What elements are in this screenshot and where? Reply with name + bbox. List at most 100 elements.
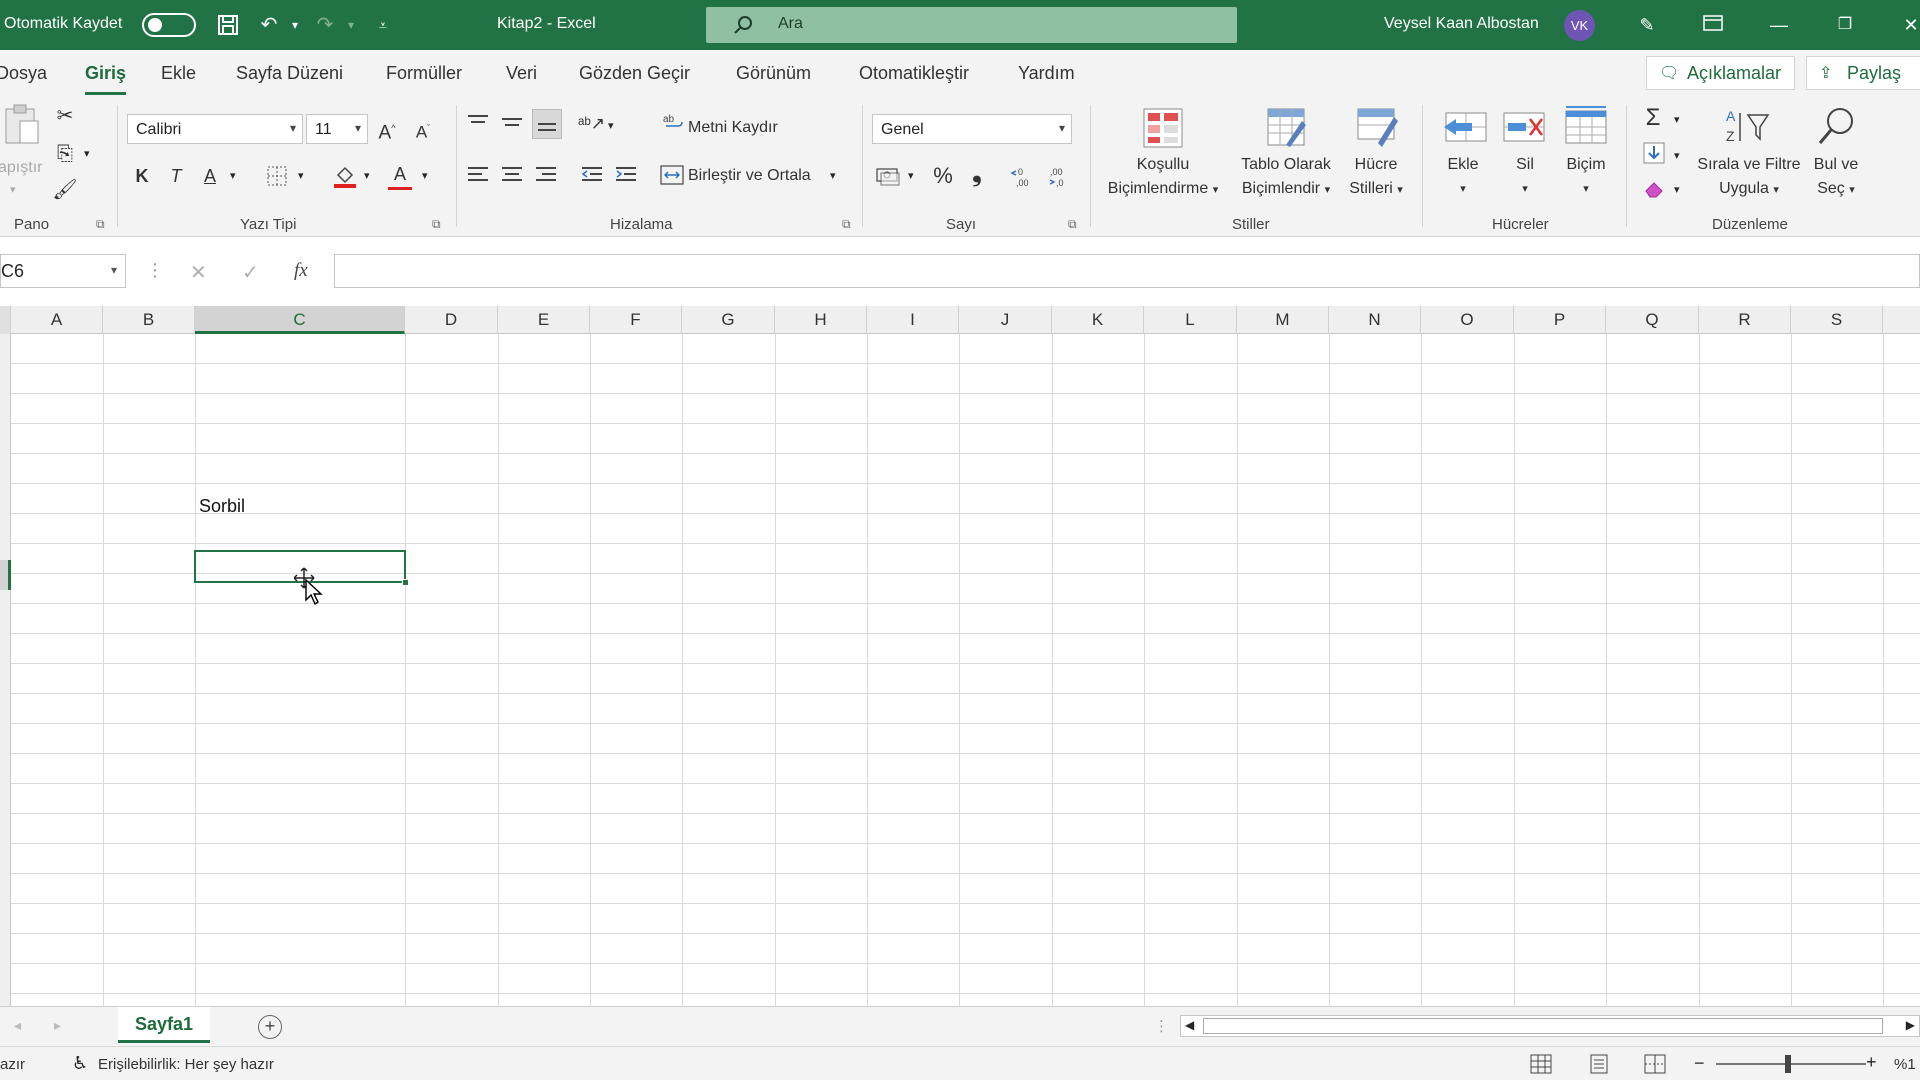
borders-dropdown-icon[interactable]: ▾ [298,169,304,182]
column-header[interactable]: L [1144,306,1237,334]
delete-cells-button[interactable]: Sil ▾ [1500,153,1550,201]
autosum-icon[interactable]: Σ [1640,105,1666,131]
enter-icon[interactable]: ✓ [242,260,259,285]
tab-data[interactable]: Veri [506,63,537,84]
insert-function-icon[interactable]: fx [294,260,308,282]
find-select-icon[interactable] [1814,105,1858,153]
number-format-dropdown[interactable]: Genel ▾ [872,114,1072,144]
font-color-dropdown-icon[interactable]: ▾ [422,169,428,182]
redo-icon[interactable]: ↷ [312,12,338,38]
align-left-icon[interactable] [466,165,490,189]
percent-button[interactable]: % [930,163,956,189]
orientation-icon[interactable]: ᵃᵇ↗ [578,111,605,137]
column-header[interactable]: F [590,306,682,334]
copy-icon[interactable]: ⎘ [52,141,78,167]
accessibility-icon[interactable]: ♿ [72,1053,88,1074]
accessibility-status[interactable]: Erişilebilirlik: Her şey hazır [98,1056,274,1073]
splitter-icon[interactable]: ⋮ [1154,1017,1169,1035]
column-header[interactable]: S [1791,306,1883,334]
save-icon[interactable] [215,12,241,38]
sheet-tab-sayfa1[interactable]: Sayfa1 [118,1007,210,1043]
column-header[interactable]: D [405,306,498,334]
format-cells-icon[interactable] [1564,103,1607,145]
tab-page-layout[interactable]: Sayfa Düzeni [236,63,343,84]
fill-color-icon[interactable] [332,163,358,193]
column-header[interactable]: N [1329,306,1421,334]
scroll-sheets-left-icon[interactable]: ◂ [14,1017,21,1034]
tab-file[interactable]: Dosya [0,63,47,84]
format-as-table-button[interactable]: Tablo Olarak Biçimlendir ▾ [1228,153,1344,202]
row-header-selected[interactable] [0,560,11,590]
find-select-button[interactable]: Bul ve Seç ▾ [1806,153,1866,202]
alignment-launcher-icon[interactable]: ⧉ [842,217,851,232]
ribbon-display-icon[interactable] [1698,10,1728,40]
wrap-text-icon[interactable]: ab [662,111,684,137]
orientation-dropdown-icon[interactable]: ▾ [608,119,614,132]
paste-label[interactable]: apıştır [0,159,42,177]
tab-view[interactable]: Görünüm [736,63,811,84]
formula-input[interactable] [334,254,1920,288]
format-painter-icon[interactable]: 🖌 [52,177,78,203]
number-launcher-icon[interactable]: ⧉ [1068,217,1077,232]
zoom-in-icon[interactable]: + [1866,1052,1877,1073]
zoom-slider-thumb[interactable] [1785,1055,1791,1073]
sort-filter-button[interactable]: Sırala ve Filtre Uygula ▾ [1690,153,1808,202]
column-header[interactable]: J [959,306,1052,334]
increase-font-icon[interactable]: A^ [374,115,400,146]
underline-dropdown-icon[interactable]: ▾ [230,169,236,182]
share-button[interactable]: ⇪ Paylaş [1806,56,1920,90]
cell-c5[interactable]: Sorbil [199,496,245,517]
clear-icon[interactable] [1642,177,1666,205]
column-header[interactable]: K [1052,306,1144,334]
tab-insert[interactable]: Ekle [161,63,196,84]
column-header[interactable]: I [867,306,959,334]
currency-icon[interactable] [876,165,902,191]
sort-filter-icon[interactable]: AZ [1722,105,1772,153]
column-header-selected[interactable]: C [195,306,405,334]
horizontal-scrollbar[interactable]: ◀ ▶ [1180,1015,1920,1037]
conditional-formatting-icon[interactable] [1142,107,1184,149]
row-headers[interactable] [0,334,11,1006]
increase-decimal-icon[interactable]: 0,00 [1010,165,1036,193]
tab-home[interactable]: Giriş [85,63,127,95]
wrap-text-label[interactable]: Metni Kaydır [688,119,778,137]
customize-toolbar-icon[interactable]: ⩡ [370,12,396,38]
name-box[interactable]: C6 ▾ [0,254,126,288]
decrease-font-icon[interactable]: Aˇ [410,115,436,146]
pen-icon[interactable]: ✎ [1632,10,1662,40]
column-header[interactable]: O [1421,306,1514,334]
font-color-button[interactable]: A [388,161,412,190]
fill-icon[interactable] [1642,141,1666,169]
scroll-left-icon[interactable]: ◀ [1185,1018,1194,1032]
column-header[interactable]: H [775,306,867,334]
zoom-out-icon[interactable]: − [1694,1053,1705,1074]
tab-help[interactable]: Yardım [1018,63,1075,84]
scrollbar-thumb[interactable] [1203,1018,1883,1034]
autosum-dropdown-icon[interactable]: ▾ [1674,113,1680,126]
column-header[interactable]: P [1514,306,1606,334]
align-right-icon[interactable] [534,165,558,189]
select-all-corner[interactable] [0,306,11,334]
cell-styles-button[interactable]: Hücre Stilleri ▾ [1338,153,1414,202]
add-sheet-icon[interactable]: + [258,1015,282,1039]
currency-dropdown-icon[interactable]: ▾ [908,169,914,182]
paste-dropdown-icon[interactable]: ▾ [10,183,16,196]
page-break-view-icon[interactable] [1644,1054,1666,1078]
increase-indent-icon[interactable] [614,165,638,189]
minimize-icon[interactable]: — [1764,10,1794,40]
cancel-icon[interactable]: ✕ [190,260,207,285]
italic-button[interactable]: T [164,163,188,189]
tab-automate[interactable]: Otomatikleştir [859,63,969,84]
restore-icon[interactable]: ❐ [1830,10,1860,40]
format-cells-button[interactable]: Biçim ▾ [1554,153,1618,201]
align-bottom-icon[interactable] [532,109,562,139]
copy-dropdown-icon[interactable]: ▾ [84,147,90,160]
column-header[interactable]: Q [1606,306,1699,334]
align-top-icon[interactable] [466,113,490,137]
undo-icon[interactable]: ↶ [256,12,282,38]
search-box[interactable]: Ara [706,7,1237,43]
user-name[interactable]: Veysel Kaan Albostan [1384,15,1539,33]
decrease-indent-icon[interactable] [580,165,604,189]
close-icon[interactable]: ✕ [1896,10,1920,40]
underline-button[interactable]: A [198,163,222,189]
